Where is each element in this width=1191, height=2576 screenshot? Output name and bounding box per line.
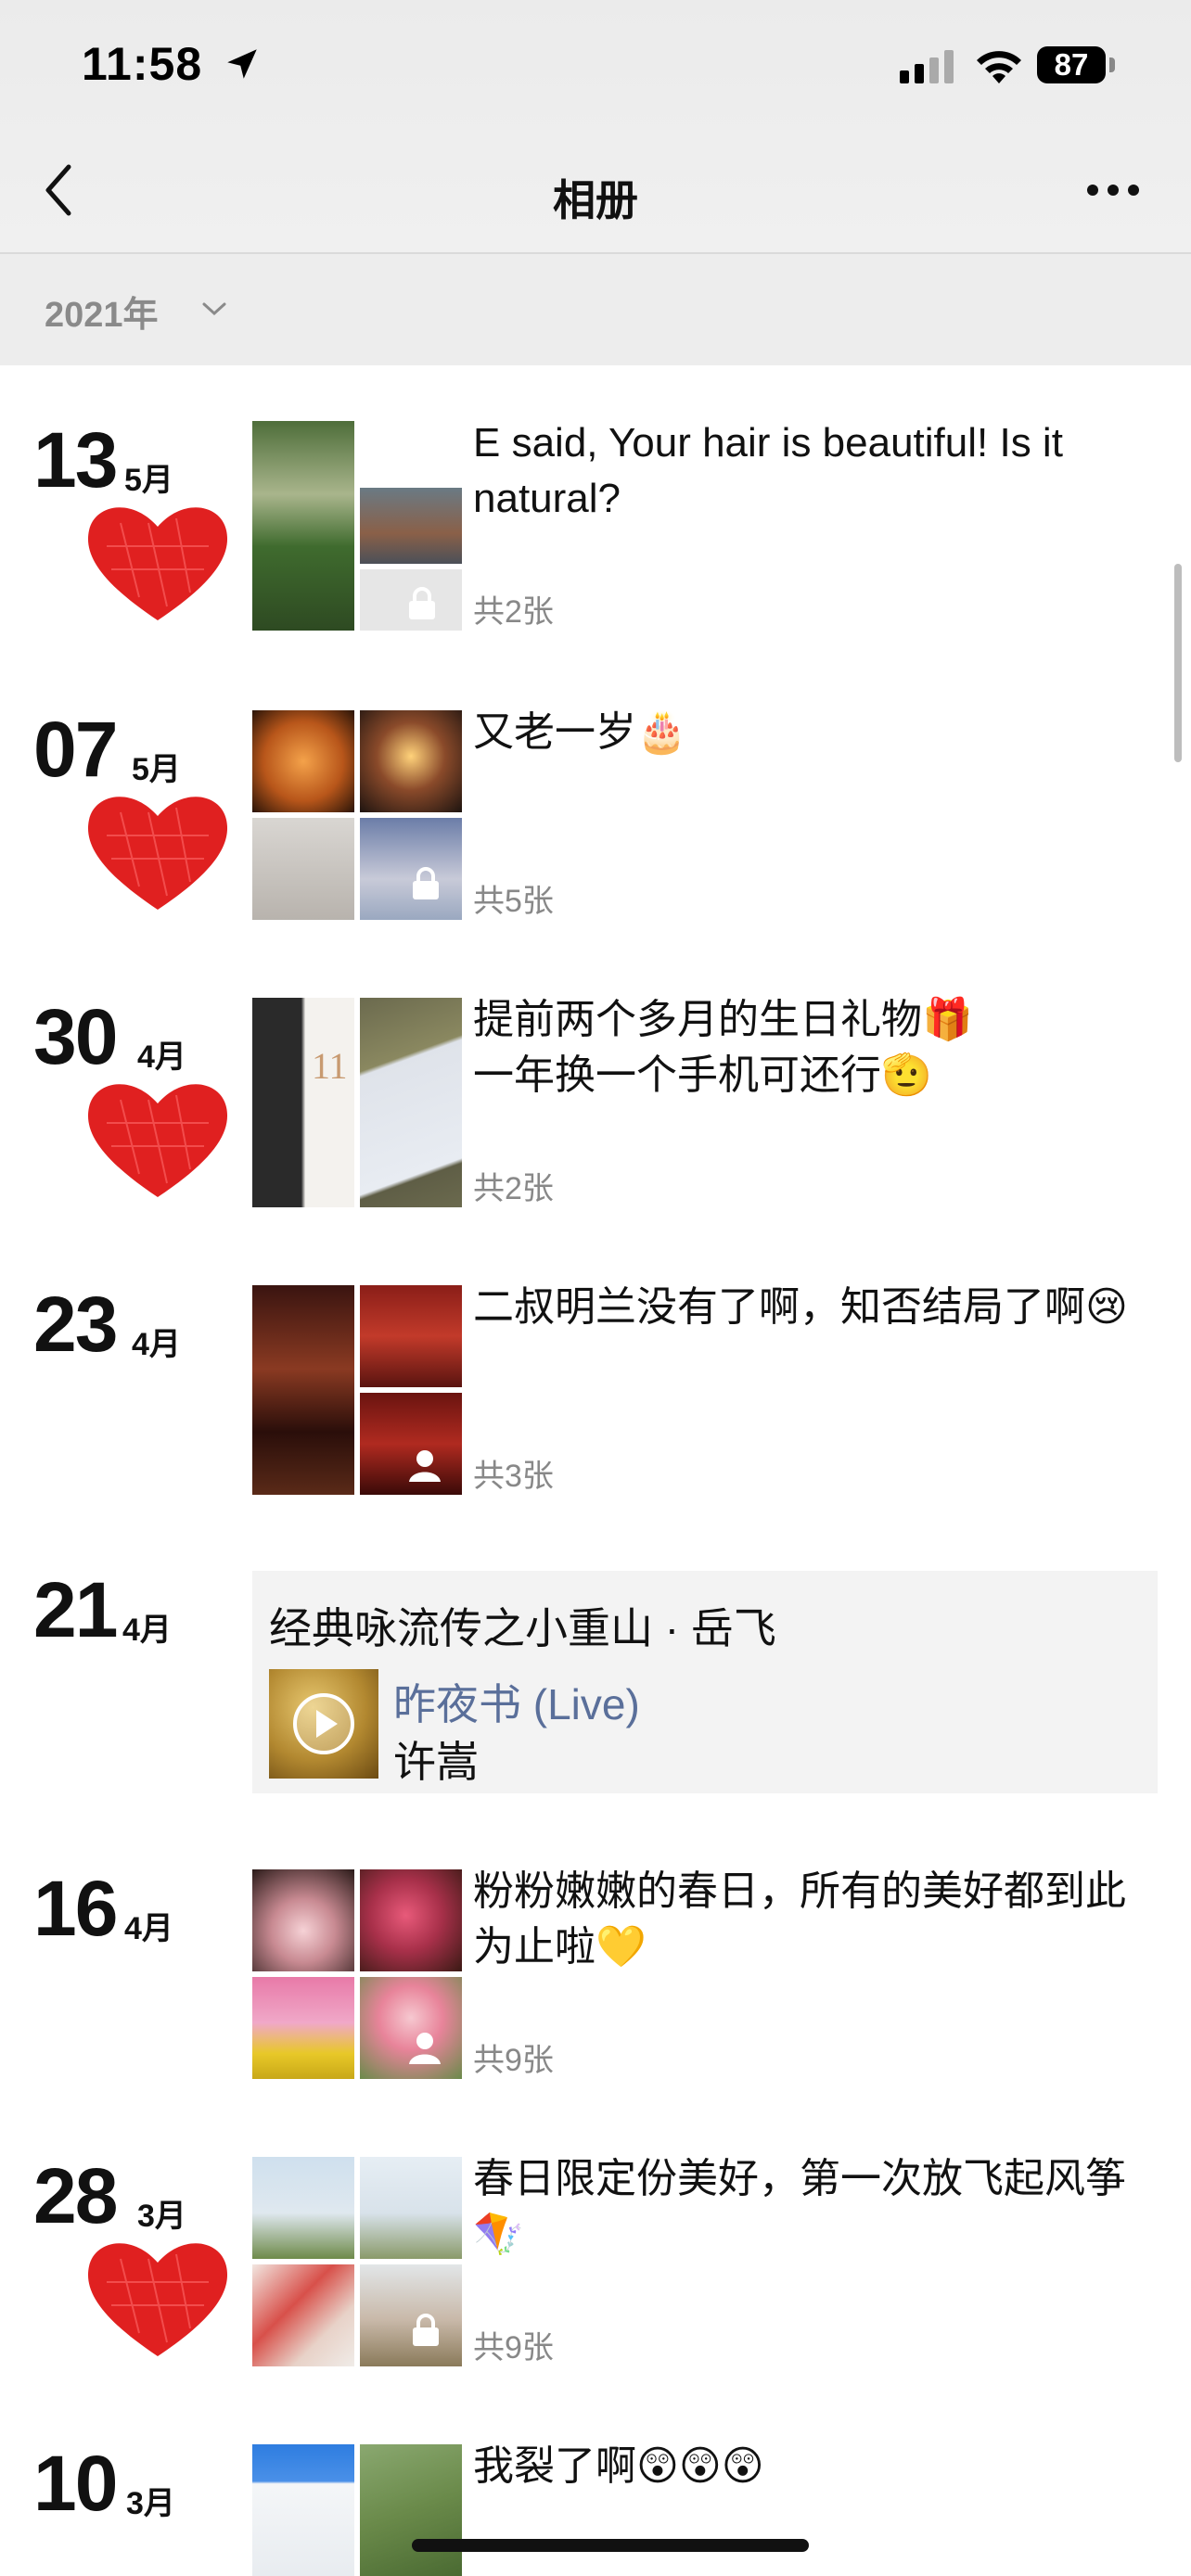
entry-month: 5月 — [132, 752, 181, 787]
entry-caption: 春日限定份美好，第一次放飞起风筝🪁 — [473, 2156, 1126, 2257]
entry-month: 4月 — [124, 1911, 173, 1946]
entry-caption: 二叔明兰没有了啊，知否结局了啊😢 — [473, 1284, 1128, 1330]
person-tag-icon — [409, 1450, 441, 1482]
lock-icon — [413, 2314, 439, 2346]
entry-day: 10 — [33, 2440, 118, 2527]
song-title[interactable]: 昨夜书 (Live) — [393, 1671, 640, 1732]
photo-thumb[interactable] — [360, 2444, 462, 2576]
song-artist: 许嵩 — [393, 1738, 479, 1786]
battery-tip — [1109, 57, 1115, 72]
home-indicator[interactable] — [412, 2539, 809, 2552]
photo-count: 共2张 — [473, 1171, 554, 1206]
photo-thumbnails[interactable] — [252, 1285, 462, 1495]
photo-thumbnails[interactable] — [252, 421, 462, 631]
phone-box-digits: 11 — [312, 1045, 348, 1087]
photo-thumb[interactable] — [252, 1285, 354, 1495]
photo-thumbnails[interactable] — [252, 2157, 462, 2366]
entry-day: 07 — [33, 706, 118, 793]
music-share-card[interactable]: 经典咏流传之小重山 · 岳飞 昨夜书 (Live) 许嵩 — [252, 1571, 1158, 1793]
photo-thumb[interactable] — [252, 2264, 354, 2366]
photo-thumb[interactable] — [252, 2444, 354, 2576]
photo-thumb[interactable] — [252, 710, 354, 812]
photo-count: 共3张 — [473, 1459, 554, 1494]
scrollbar[interactable] — [1174, 564, 1182, 762]
photo-thumb[interactable] — [360, 998, 462, 1207]
lock-icon — [413, 867, 439, 899]
entry-month: 4月 — [132, 1327, 181, 1362]
photo-thumb[interactable] — [252, 818, 354, 920]
entry-day: 21 — [33, 1566, 118, 1653]
photo-count: 共5张 — [473, 884, 554, 919]
entry-month: 3月 — [126, 2486, 175, 2521]
entry-caption: 粉粉嫩嫩的春日，所有的美好都到此为止啦💛 — [473, 1868, 1126, 1970]
entry-caption: 我裂了啊😲😲😲 — [473, 2443, 764, 2489]
photo-thumb[interactable] — [252, 2157, 354, 2259]
cellular-signal-icon — [900, 50, 954, 83]
photo-thumb[interactable]: 11 — [252, 998, 354, 1207]
heart-icon — [87, 1084, 228, 1197]
entry-caption: 又老一岁🎂 — [473, 709, 687, 755]
heart-icon — [87, 507, 228, 620]
photo-thumb[interactable] — [360, 2157, 462, 2259]
photo-count: 共9张 — [473, 2043, 554, 2078]
wifi-icon — [977, 51, 1021, 83]
photo-thumbnails[interactable]: 11 — [252, 998, 462, 1207]
photo-thumb[interactable] — [360, 488, 462, 564]
photo-thumb[interactable] — [252, 1977, 354, 2079]
entry-month: 4月 — [137, 1039, 186, 1075]
photo-thumb[interactable] — [252, 1869, 354, 1971]
chevron-down-icon[interactable] — [200, 299, 228, 319]
photo-thumb[interactable] — [252, 421, 354, 631]
photo-count: 共9张 — [473, 2330, 554, 2366]
music-card-title: 经典咏流传之小重山 · 岳飞 — [269, 1604, 776, 1652]
location-arrow-icon — [227, 49, 257, 79]
year-label[interactable]: 2021年 — [45, 286, 159, 337]
status-bar: 11:58 87 — [0, 0, 1191, 130]
year-filter[interactable]: 2021年 — [0, 254, 1191, 365]
page-title: 相册 — [553, 176, 638, 224]
entry-caption: E said, Your hair is beautiful! Is it na… — [473, 420, 1063, 521]
photo-count: 共2张 — [473, 594, 554, 630]
lock-icon — [409, 587, 435, 619]
battery-indicator: 87 — [1037, 46, 1106, 83]
entry-day: 13 — [33, 416, 118, 504]
heart-icon — [87, 2243, 228, 2356]
more-options-icon[interactable] — [1085, 182, 1141, 198]
header: 11:58 87 相册 — [0, 0, 1191, 252]
entry-caption: 提前两个多月的生日礼物🎁 一年换一个手机可还行🫡 — [473, 997, 973, 1098]
photo-thumbnails[interactable] — [252, 2444, 462, 2576]
heart-icon — [87, 797, 228, 910]
photo-thumb[interactable] — [360, 1869, 462, 1971]
entry-day: 23 — [33, 1281, 118, 1368]
photo-thumb[interactable] — [360, 710, 462, 812]
entry-day: 30 — [33, 993, 118, 1080]
photo-thumbnails[interactable] — [252, 710, 462, 920]
photo-thumbnails[interactable] — [252, 1869, 462, 2079]
entry-month: 4月 — [122, 1613, 172, 1648]
play-icon[interactable] — [291, 1691, 356, 1756]
entry-month: 5月 — [124, 463, 173, 498]
entry-day: 28 — [33, 2152, 118, 2239]
album-cover[interactable] — [269, 1669, 378, 1779]
entry-month: 3月 — [137, 2199, 186, 2234]
entry-day: 16 — [33, 1865, 118, 1952]
person-tag-icon — [409, 2033, 441, 2064]
status-time: 11:58 — [82, 38, 203, 90]
photo-thumb[interactable] — [360, 1285, 462, 1387]
